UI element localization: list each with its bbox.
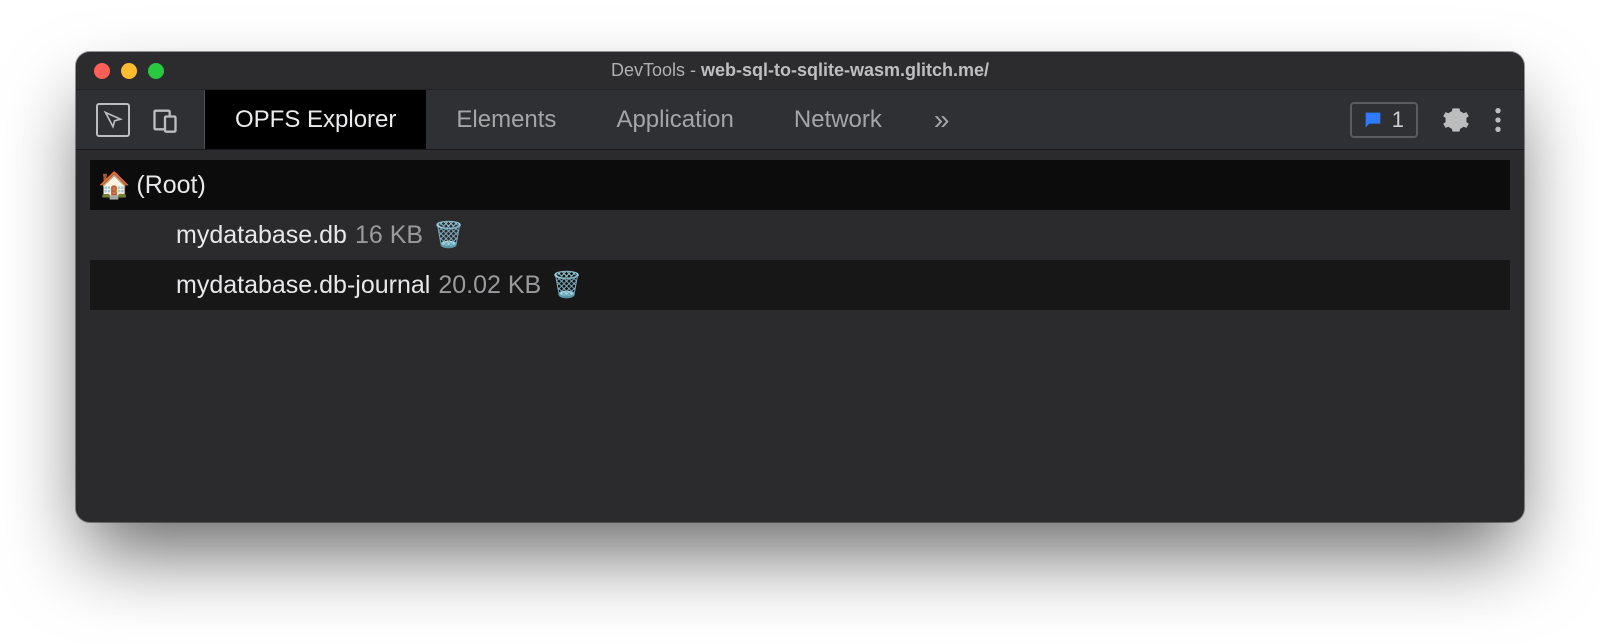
tree-file-row[interactable]: mydatabase.db 16 KB 🗑️ — [90, 210, 1510, 260]
tab-network[interactable]: Network — [764, 90, 912, 149]
issues-icon — [1362, 109, 1384, 131]
toolbar-right: 1 — [1328, 90, 1524, 149]
titlebar: DevTools - web-sql-to-sqlite-wasm.glitch… — [76, 52, 1524, 90]
window-title: DevTools - web-sql-to-sqlite-wasm.glitch… — [76, 60, 1524, 81]
issues-button[interactable]: 1 — [1350, 102, 1418, 138]
panel-tabs: OPFS Explorer Elements Application Netwo… — [205, 90, 912, 149]
file-name: mydatabase.db — [176, 221, 347, 250]
traffic-lights — [76, 63, 164, 79]
settings-gear-icon[interactable] — [1442, 106, 1470, 134]
inspect-element-icon[interactable] — [96, 103, 130, 137]
home-icon: 🏠 — [98, 170, 130, 201]
opfs-tree: 🏠 (Root) mydatabase.db 16 KB 🗑️ mydataba… — [76, 150, 1524, 522]
tree-root-label: (Root) — [136, 171, 205, 200]
tree-root-row[interactable]: 🏠 (Root) — [90, 160, 1510, 210]
file-name: mydatabase.db-journal — [176, 271, 430, 300]
issues-count: 1 — [1392, 107, 1404, 133]
tab-elements[interactable]: Elements — [426, 90, 586, 149]
tab-opfs-explorer[interactable]: OPFS Explorer — [205, 90, 426, 149]
window-title-prefix: DevTools - — [611, 60, 701, 80]
devtools-window: DevTools - web-sql-to-sqlite-wasm.glitch… — [76, 52, 1524, 522]
devtools-tabbar: OPFS Explorer Elements Application Netwo… — [76, 90, 1524, 150]
minimize-window-button[interactable] — [121, 63, 137, 79]
file-size: 16 KB — [355, 221, 423, 250]
tab-application[interactable]: Application — [586, 90, 763, 149]
fullscreen-window-button[interactable] — [148, 63, 164, 79]
delete-file-icon[interactable]: 🗑️ — [551, 271, 582, 300]
window-title-url: web-sql-to-sqlite-wasm.glitch.me/ — [701, 60, 989, 80]
file-size: 20.02 KB — [438, 271, 541, 300]
delete-file-icon[interactable]: 🗑️ — [433, 221, 464, 250]
close-window-button[interactable] — [94, 63, 110, 79]
more-tabs-button[interactable]: » — [912, 90, 972, 149]
tree-file-row[interactable]: mydatabase.db-journal 20.02 KB 🗑️ — [90, 260, 1510, 310]
more-options-icon[interactable] — [1494, 106, 1502, 134]
device-toolbar-icon[interactable] — [148, 103, 182, 137]
inspect-controls — [76, 90, 205, 149]
